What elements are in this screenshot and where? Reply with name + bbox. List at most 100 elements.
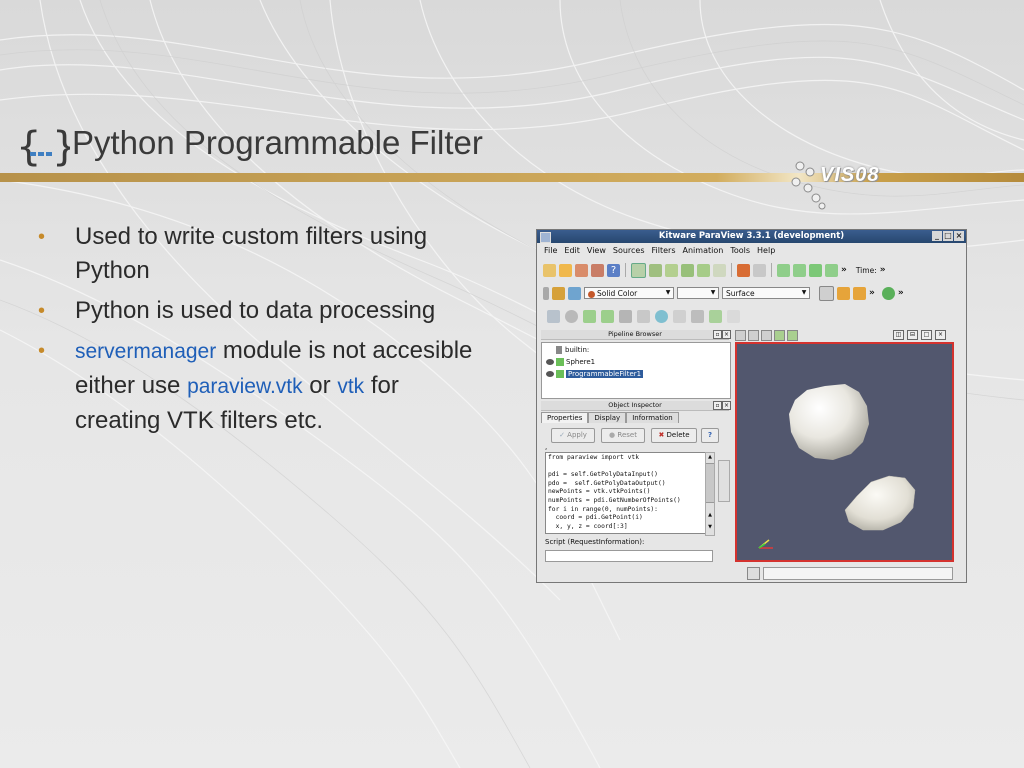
toolbar-overflow[interactable]: » [869,288,875,298]
component-select[interactable]: ▼ [677,287,719,299]
scroll-up-icon[interactable]: ▲ [706,453,714,461]
representation-select[interactable]: Surface ▼ [722,287,810,299]
view-frame-buttons: ◫ ⊟ □ × [893,330,946,340]
bullet-dot-icon: • [38,226,46,248]
probe-icon[interactable] [713,263,726,277]
bracket-logo-icon: { } [16,124,70,168]
close-panel-icon[interactable]: × [722,330,731,339]
edit-color-map-icon[interactable] [552,286,565,300]
save-file-icon[interactable] [559,263,572,277]
extract-subset-icon[interactable] [637,309,650,323]
split-horizontal-icon[interactable]: ◫ [893,330,904,340]
bullet-item: • Used to write custom filters using Pyt… [38,220,488,288]
tree-item-sphere1[interactable]: Sphere1 [546,357,595,368]
calculator-icon[interactable] [547,309,560,323]
select-cells-icon[interactable] [649,263,662,277]
slice-icon[interactable] [601,309,614,323]
split-vertical-icon[interactable]: ⊟ [907,330,918,340]
select-frustum-icon[interactable] [681,263,694,277]
delete-label: Delete [666,431,690,439]
view-toolbar [735,330,798,341]
filtered-shape [844,475,916,531]
clip-icon[interactable] [583,309,596,323]
tree-item-programmablefilter1[interactable]: ProgrammableFilter1 [546,369,644,380]
minimize-button[interactable]: _ [932,231,942,241]
view-lookmark-icon[interactable] [761,330,772,341]
close-button[interactable]: × [954,231,964,241]
view-3d-icon[interactable] [774,330,785,341]
display-toolbar: Solid Color ▼ ▼ Surface ▼ » » [537,283,966,303]
maximize-button[interactable]: □ [943,231,953,241]
maximize-view-icon[interactable]: □ [921,330,932,340]
code-term-servermanager: servermanager [75,340,217,363]
previous-frame-icon[interactable] [793,263,806,277]
progress-abort-icon[interactable] [747,567,760,580]
tab-display[interactable]: Display [588,412,627,423]
orientation-axes-icon [758,539,773,549]
menu-tools[interactable]: Tools [730,244,750,257]
menu-view[interactable]: View [587,244,606,257]
view-split-icon[interactable] [735,330,746,341]
undock-icon[interactable]: ▫ [713,330,722,339]
toolbar-overflow[interactable]: » [898,288,904,298]
inspector-scrollbar[interactable] [718,460,730,502]
close-view-icon[interactable]: × [935,330,946,340]
script-scrollbar[interactable]: ▲ ▲ ▼ [705,452,715,536]
menu-animation[interactable]: Animation [683,244,724,257]
delete-button[interactable]: ✖ Delete [651,428,697,443]
inspector-help-button[interactable]: ? [701,428,719,443]
menu-file[interactable]: File [544,244,557,257]
contour-icon[interactable] [565,309,578,323]
next-frame-icon[interactable] [825,263,838,277]
request-information-script-field[interactable] [545,550,713,562]
open-file-icon[interactable] [543,263,556,277]
interact-mode-icon[interactable] [631,262,646,278]
redo-icon[interactable] [753,263,766,277]
close-panel-icon[interactable]: × [722,401,731,410]
color-legend-icon[interactable] [543,286,549,300]
threshold-icon[interactable] [619,309,632,323]
group-datasets-icon[interactable] [709,309,722,323]
scroll-up-icon[interactable]: ▲ [706,511,714,519]
time-toolbar-overflow[interactable]: » [880,265,886,275]
disconnect-icon[interactable] [591,263,604,277]
python-script-editor[interactable]: from paraview import vtk pdi = self.GetP… [545,452,713,534]
menu-sources[interactable]: Sources [613,244,645,257]
color-by-select[interactable]: Solid Color ▼ [584,287,674,299]
warp-icon[interactable] [691,309,704,323]
menu-filters[interactable]: Filters [652,244,676,257]
scrollbar-thumb[interactable] [706,463,714,503]
help-icon[interactable]: ? [607,263,620,277]
menu-edit[interactable]: Edit [564,244,580,257]
undock-icon[interactable]: ▫ [713,401,722,410]
view-plus-x-icon[interactable] [837,286,850,300]
view-minus-x-icon[interactable] [853,286,866,300]
stream-tracer-icon[interactable] [673,309,686,323]
play-icon[interactable] [809,263,822,277]
view-camera-icon[interactable] [748,330,759,341]
apply-button[interactable]: ✓ Apply [551,428,595,443]
center-axes-icon[interactable] [881,286,895,300]
tab-properties[interactable]: Properties [541,412,589,423]
menu-help[interactable]: Help [757,244,775,257]
toolbar-overflow[interactable]: » [841,265,847,275]
solid-color-dot-icon [588,290,595,298]
first-frame-icon[interactable] [777,263,790,277]
visibility-eye-icon[interactable] [546,371,554,377]
reset-camera-icon[interactable] [819,285,834,301]
glyph-icon[interactable] [655,309,668,323]
select-points-icon[interactable] [665,263,678,277]
connect-icon[interactable] [575,263,588,277]
tab-information[interactable]: Information [626,412,679,423]
scroll-down-icon[interactable]: ▼ [706,523,714,531]
undo-icon[interactable] [737,263,750,277]
reset-button[interactable]: ● Reset [601,428,645,443]
rescale-range-icon[interactable] [568,286,581,300]
extract-level-icon[interactable] [727,309,740,323]
status-bar [537,564,966,582]
select-block-icon[interactable] [697,263,710,277]
visibility-eye-icon[interactable] [546,359,554,365]
render-view[interactable] [735,342,954,562]
view-settings-icon[interactable] [787,330,798,341]
tree-item-builtin[interactable]: builtin: [556,345,589,356]
